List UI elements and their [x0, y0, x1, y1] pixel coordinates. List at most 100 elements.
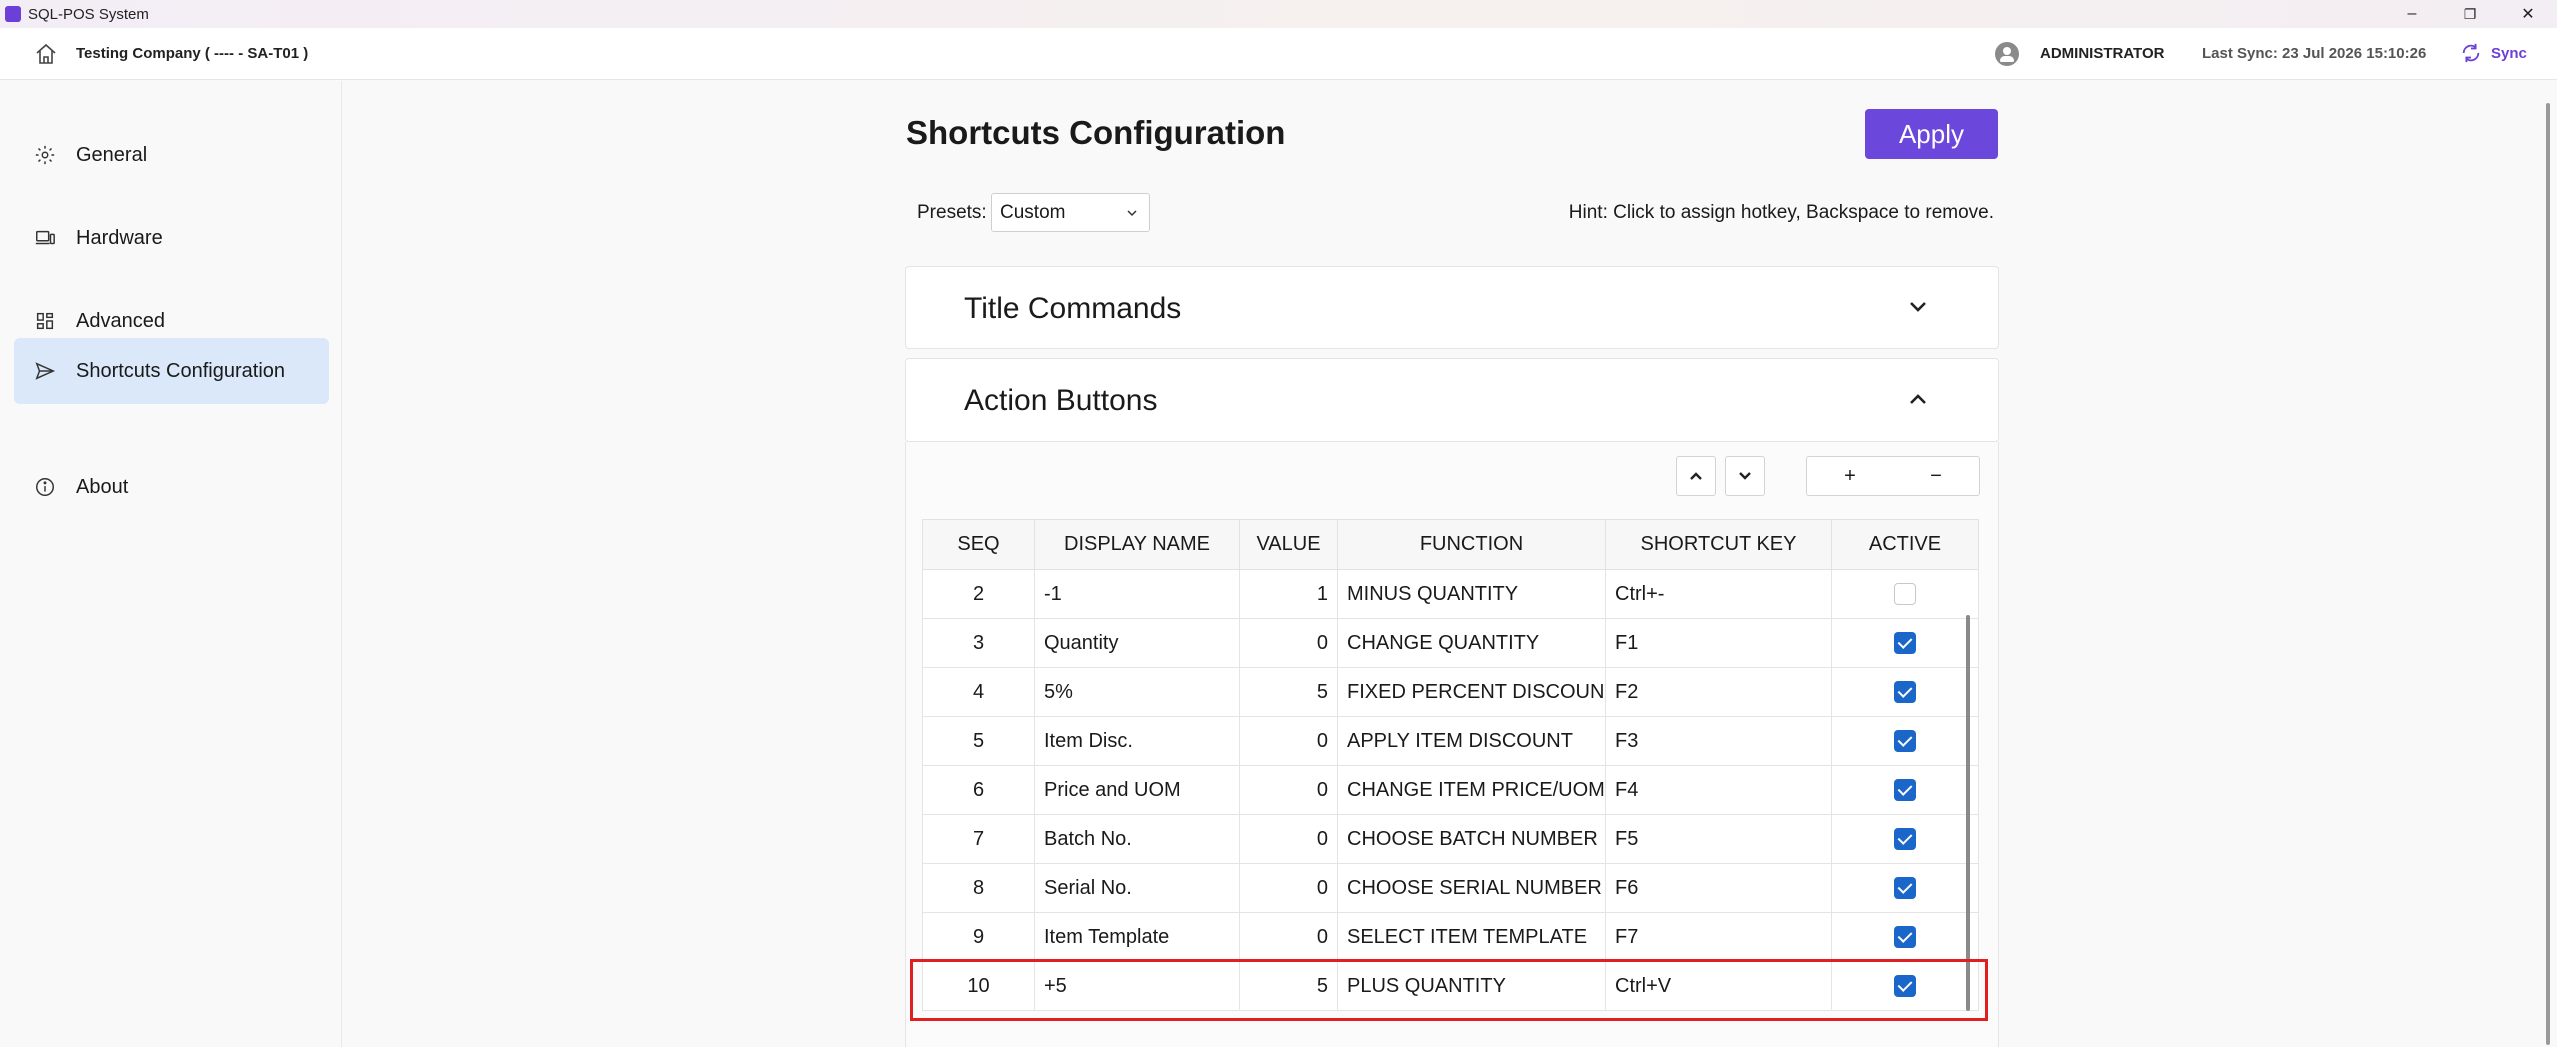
cell-shortcut-key[interactable]: F6 [1605, 863, 1832, 913]
column-header-display-name[interactable]: DISPLAY NAME [1034, 519, 1240, 570]
cell-shortcut-key[interactable]: F2 [1605, 667, 1832, 717]
user-avatar-icon [1995, 42, 2019, 66]
cell-display-name[interactable]: Quantity [1034, 618, 1240, 668]
active-checkbox[interactable] [1894, 877, 1916, 900]
column-header-shortcut-key[interactable]: SHORTCUT KEY [1605, 519, 1832, 570]
cell-value[interactable]: 0 [1239, 716, 1338, 766]
cell-active[interactable] [1831, 569, 1979, 619]
main-scrollbar[interactable] [2546, 103, 2550, 1045]
cell-display-name[interactable]: -1 [1034, 569, 1240, 619]
home-icon[interactable] [34, 42, 58, 66]
close-button[interactable]: ✕ [2499, 0, 2557, 28]
table-row[interactable]: 7 Batch No. 0 CHOOSE BATCH NUMBER F5 [922, 814, 1979, 864]
cell-seq[interactable]: 4 [922, 667, 1035, 717]
active-checkbox[interactable] [1894, 730, 1916, 753]
cell-seq[interactable]: 2 [922, 569, 1035, 619]
window-title: SQL-POS System [28, 5, 149, 23]
cell-active[interactable] [1831, 863, 1979, 913]
table-row[interactable]: 5 Item Disc. 0 APPLY ITEM DISCOUNT F3 [922, 716, 1979, 766]
cell-function[interactable]: FIXED PERCENT DISCOUNT [1337, 667, 1606, 717]
move-up-button[interactable] [1676, 456, 1716, 496]
cell-shortcut-key[interactable]: F4 [1605, 765, 1832, 815]
table-row[interactable]: 9 Item Template 0 SELECT ITEM TEMPLATE F… [922, 912, 1979, 962]
active-checkbox[interactable] [1894, 681, 1916, 704]
cell-active[interactable] [1831, 667, 1979, 717]
cell-function[interactable]: CHOOSE BATCH NUMBER [1337, 814, 1606, 864]
cell-shortcut-key[interactable]: F1 [1605, 618, 1832, 668]
cell-shortcut-key[interactable]: Ctrl+- [1605, 569, 1832, 619]
cell-display-name[interactable]: Item Disc. [1034, 716, 1240, 766]
active-checkbox[interactable] [1894, 632, 1916, 655]
cell-value[interactable]: 0 [1239, 814, 1338, 864]
cell-active[interactable] [1831, 912, 1979, 962]
cell-active[interactable] [1831, 814, 1979, 864]
sidebar: General Hardware Advanced Shortcuts Conf… [0, 81, 342, 1047]
cell-seq[interactable]: 8 [922, 863, 1035, 913]
sidebar-item-about[interactable]: About [14, 454, 329, 520]
sidebar-item-general[interactable]: General [14, 122, 329, 188]
cell-seq[interactable]: 7 [922, 814, 1035, 864]
cell-active[interactable] [1831, 765, 1979, 815]
apply-button[interactable]: Apply [1865, 109, 1998, 159]
move-down-button[interactable] [1725, 456, 1765, 496]
cell-seq[interactable]: 5 [922, 716, 1035, 766]
table-scrollbar[interactable] [1966, 615, 1970, 1011]
sidebar-item-label: About [76, 475, 129, 498]
cell-active[interactable] [1831, 618, 1979, 668]
cell-function[interactable]: SELECT ITEM TEMPLATE [1337, 912, 1606, 962]
cell-seq[interactable]: 3 [922, 618, 1035, 668]
table-row[interactable]: 8 Serial No. 0 CHOOSE SERIAL NUMBER F6 [922, 863, 1979, 913]
cell-display-name[interactable]: Item Template [1034, 912, 1240, 962]
column-header-function[interactable]: FUNCTION [1337, 519, 1606, 570]
column-header-seq[interactable]: SEQ [922, 519, 1035, 570]
table-row[interactable]: 4 5% 5 FIXED PERCENT DISCOUNT F2 [922, 667, 1979, 717]
chevron-up-icon[interactable] [1906, 387, 1930, 411]
cell-active[interactable] [1831, 716, 1979, 766]
cell-seq[interactable]: 9 [922, 912, 1035, 962]
cell-shortcut-key[interactable]: F3 [1605, 716, 1832, 766]
cell-value[interactable]: 1 [1239, 569, 1338, 619]
cell-value[interactable]: 0 [1239, 618, 1338, 668]
cell-value[interactable]: 5 [1239, 667, 1338, 717]
cell-display-name[interactable]: Price and UOM [1034, 765, 1240, 815]
panel-action-buttons[interactable]: Action Buttons [905, 358, 1999, 442]
active-checkbox[interactable] [1894, 926, 1916, 949]
column-header-active[interactable]: ACTIVE [1831, 519, 1979, 570]
table-row[interactable]: 2 -1 1 MINUS QUANTITY Ctrl+- [922, 569, 1979, 619]
add-row-button[interactable]: + [1844, 465, 1856, 488]
cell-value[interactable]: 0 [1239, 912, 1338, 962]
chevron-down-icon[interactable] [1906, 295, 1930, 319]
cell-display-name[interactable]: Serial No. [1034, 863, 1240, 913]
column-header-value[interactable]: VALUE [1239, 519, 1338, 570]
presets-select[interactable]: Custom [991, 193, 1150, 232]
cell-value[interactable]: 0 [1239, 765, 1338, 815]
restore-button[interactable]: ❐ [2441, 0, 2499, 28]
table-row[interactable]: 3 Quantity 0 CHANGE QUANTITY F1 [922, 618, 1979, 668]
cell-function[interactable]: MINUS QUANTITY [1337, 569, 1606, 619]
cell-function[interactable]: CHANGE QUANTITY [1337, 618, 1606, 668]
cell-function[interactable]: CHOOSE SERIAL NUMBER [1337, 863, 1606, 913]
sync-icon[interactable] [2460, 42, 2482, 64]
active-checkbox[interactable] [1894, 828, 1916, 851]
table-row[interactable]: 6 Price and UOM 0 CHANGE ITEM PRICE/UOM … [922, 765, 1979, 815]
cell-shortcut-key[interactable]: F7 [1605, 912, 1832, 962]
cell-display-name[interactable]: 5% [1034, 667, 1240, 717]
active-checkbox[interactable] [1894, 779, 1916, 802]
cell-display-name[interactable]: Batch No. [1034, 814, 1240, 864]
cell-function[interactable]: APPLY ITEM DISCOUNT [1337, 716, 1606, 766]
cell-function[interactable]: CHANGE ITEM PRICE/UOM [1337, 765, 1606, 815]
sync-button[interactable]: Sync [2491, 45, 2527, 62]
sidebar-item-shortcuts-configuration[interactable]: Shortcuts Configuration [14, 338, 329, 404]
cell-seq[interactable]: 6 [922, 765, 1035, 815]
app-logo-icon [5, 6, 21, 22]
user-name: ADMINISTRATOR [2040, 45, 2165, 62]
cell-shortcut-key[interactable]: F5 [1605, 814, 1832, 864]
active-checkbox[interactable] [1894, 583, 1916, 606]
sidebar-item-hardware[interactable]: Hardware [14, 205, 329, 271]
info-icon [36, 478, 54, 496]
remove-row-button[interactable]: − [1930, 465, 1942, 488]
minimize-button[interactable]: – [2383, 0, 2441, 28]
sidebar-item-label: Shortcuts Configuration [76, 359, 286, 382]
panel-title-commands[interactable]: Title Commands [905, 266, 1999, 349]
cell-value[interactable]: 0 [1239, 863, 1338, 913]
